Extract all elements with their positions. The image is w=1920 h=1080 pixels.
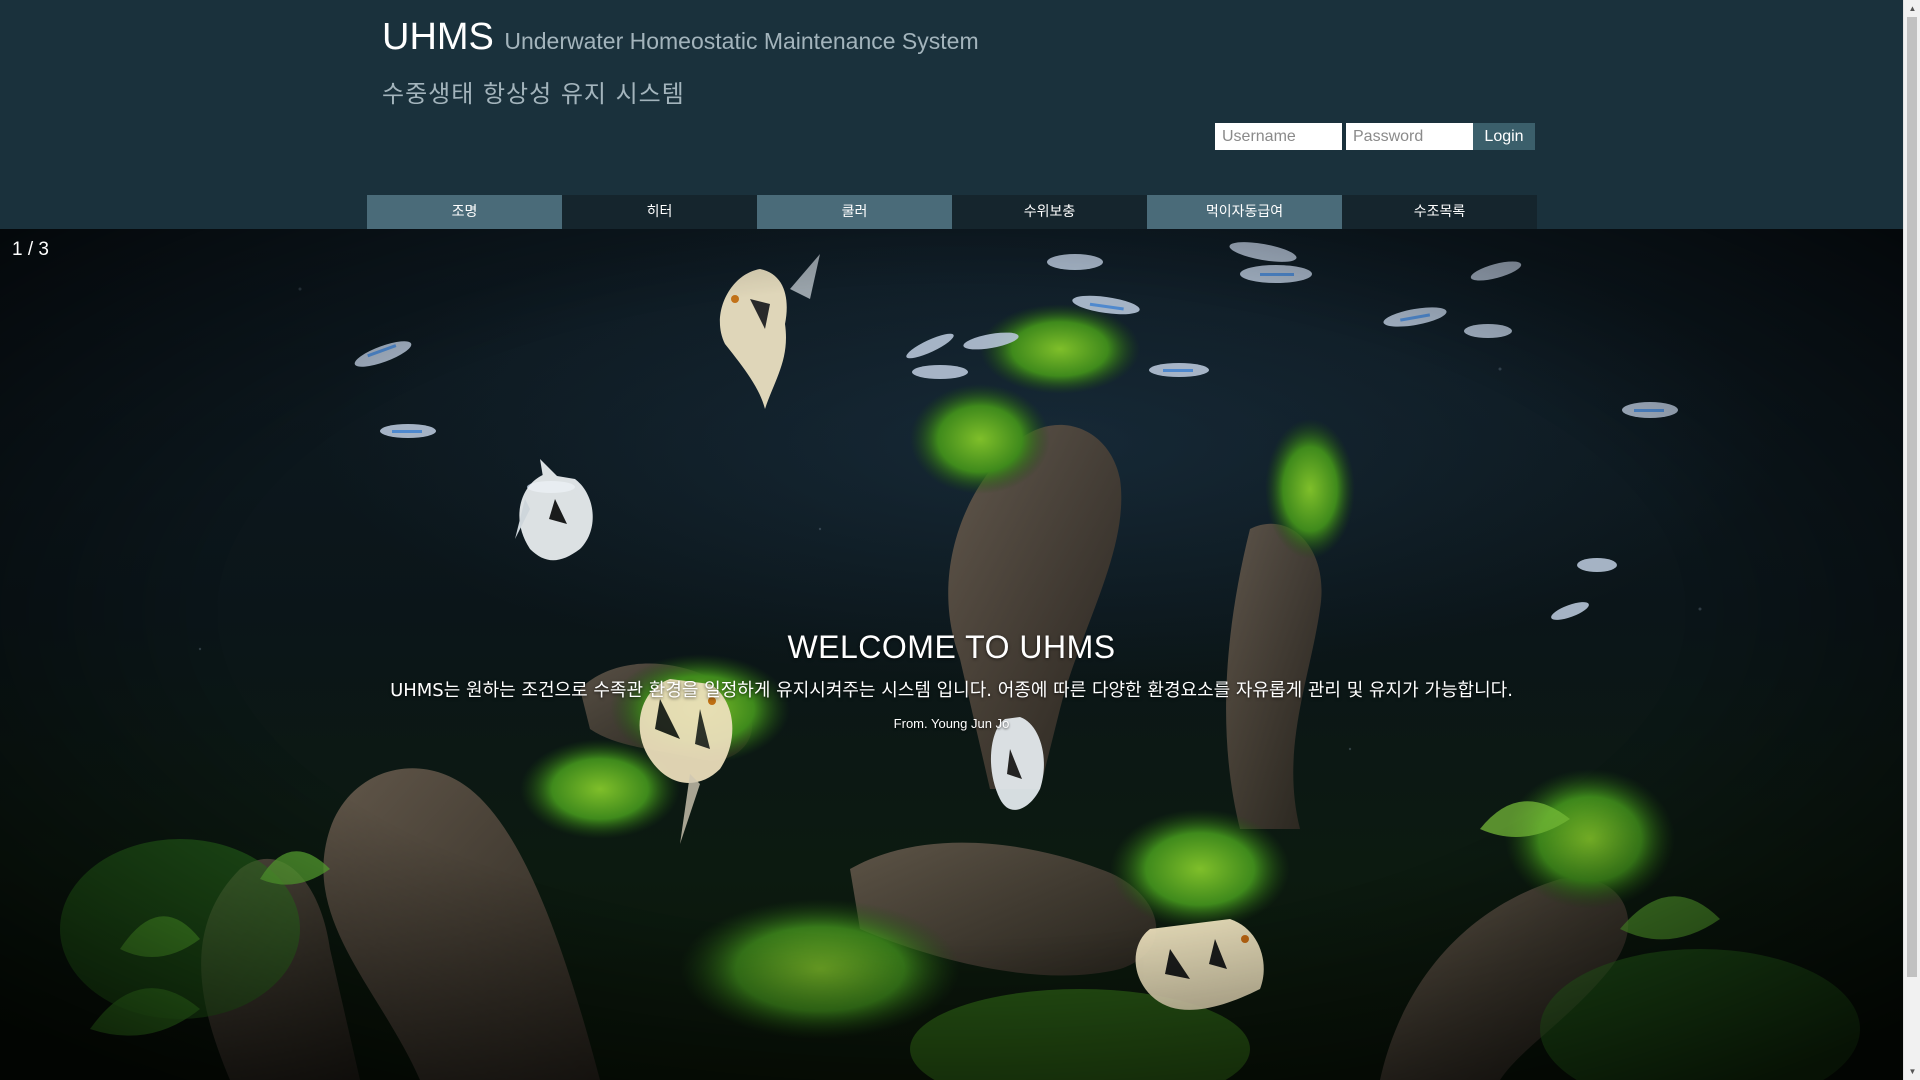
hero-title: WELCOME TO UHMS xyxy=(787,629,1116,665)
site-title: UHMS xyxy=(382,16,494,58)
nav-item-water-refill[interactable]: 수위보충 xyxy=(952,195,1147,229)
hero-author: From. Young Jun Jo xyxy=(893,716,1010,731)
nav-item-cooler[interactable]: 쿨러 xyxy=(757,195,952,229)
vertical-scrollbar[interactable]: ▲ ▼ xyxy=(1903,0,1920,1080)
site-header: UHMS Underwater Homeostatic Maintenance … xyxy=(0,0,1903,229)
nav-item-heater[interactable]: 히터 xyxy=(562,195,757,229)
slide-counter: 1 / 3 xyxy=(12,239,49,260)
page: UHMS Underwater Homeostatic Maintenance … xyxy=(0,0,1920,1080)
password-input[interactable] xyxy=(1346,123,1473,150)
hero-description: UHMS는 원하는 조건으로 수족관 환경을 일정하게 유지시켜주는 시스템 입… xyxy=(390,680,1513,701)
scroll-down-arrow-icon[interactable]: ▼ xyxy=(1904,1063,1920,1080)
hero-caption: WELCOME TO UHMS UHMS는 원하는 조건으로 수족관 환경을 일… xyxy=(0,629,1903,731)
scroll-up-arrow-icon[interactable]: ▲ xyxy=(1904,0,1920,17)
nav-item-tank-list[interactable]: 수조목록 xyxy=(1342,195,1537,229)
site-korean-title: 수중생태 항상성 유지 시스템 xyxy=(382,80,685,108)
site-subtitle: Underwater Homeostatic Maintenance Syste… xyxy=(504,28,979,54)
nav-item-lighting[interactable]: 조명 xyxy=(367,195,562,229)
main-nav: 조명 히터 쿨러 수위보충 먹이자동급여 수조목록 xyxy=(367,195,1537,229)
scrollbar-thumb[interactable] xyxy=(1907,17,1917,977)
brand: UHMS Underwater Homeostatic Maintenance … xyxy=(382,16,979,59)
viewport: UHMS Underwater Homeostatic Maintenance … xyxy=(0,0,1903,1080)
hero-slideshow[interactable]: 1 / 3 WELCOME TO UHMS UHMS는 원하는 조건으로 수족관… xyxy=(0,229,1903,1080)
login-form: Login xyxy=(1215,123,1535,150)
nav-item-auto-feeder[interactable]: 먹이자동급여 xyxy=(1147,195,1342,229)
login-button[interactable]: Login xyxy=(1473,123,1535,150)
username-input[interactable] xyxy=(1215,123,1342,150)
